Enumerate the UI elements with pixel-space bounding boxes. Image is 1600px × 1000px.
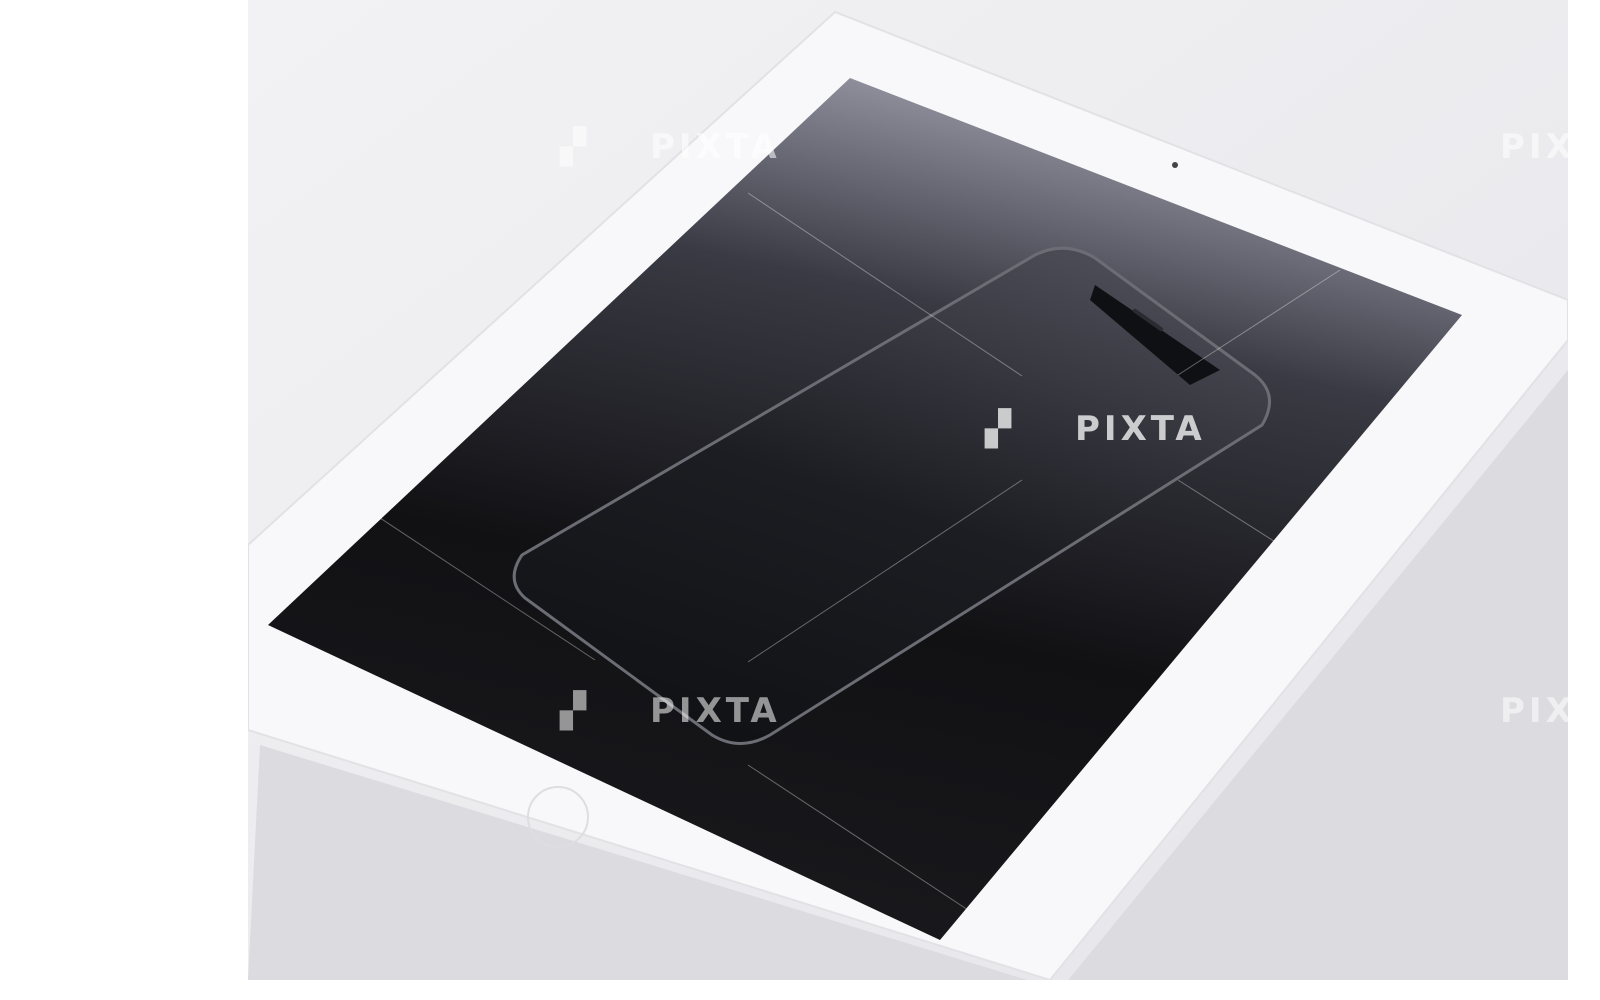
svg-text:PIXTA: PIXTA bbox=[1500, 691, 1568, 731]
svg-text:▞: ▞ bbox=[559, 689, 590, 731]
camera-icon bbox=[1172, 162, 1178, 168]
svg-text:PIXTA: PIXTA bbox=[650, 127, 781, 167]
svg-text:PIXTA: PIXTA bbox=[1500, 127, 1568, 167]
product-photo: ▞ PIXTA PIXTA ▞ PIXTA ▞ PIXTA PIXTA bbox=[248, 0, 1568, 980]
svg-text:PIXTA: PIXTA bbox=[650, 691, 781, 731]
svg-text:▞: ▞ bbox=[984, 407, 1015, 449]
svg-text:▞: ▞ bbox=[559, 125, 590, 167]
svg-text:PIXTA: PIXTA bbox=[1075, 409, 1206, 449]
